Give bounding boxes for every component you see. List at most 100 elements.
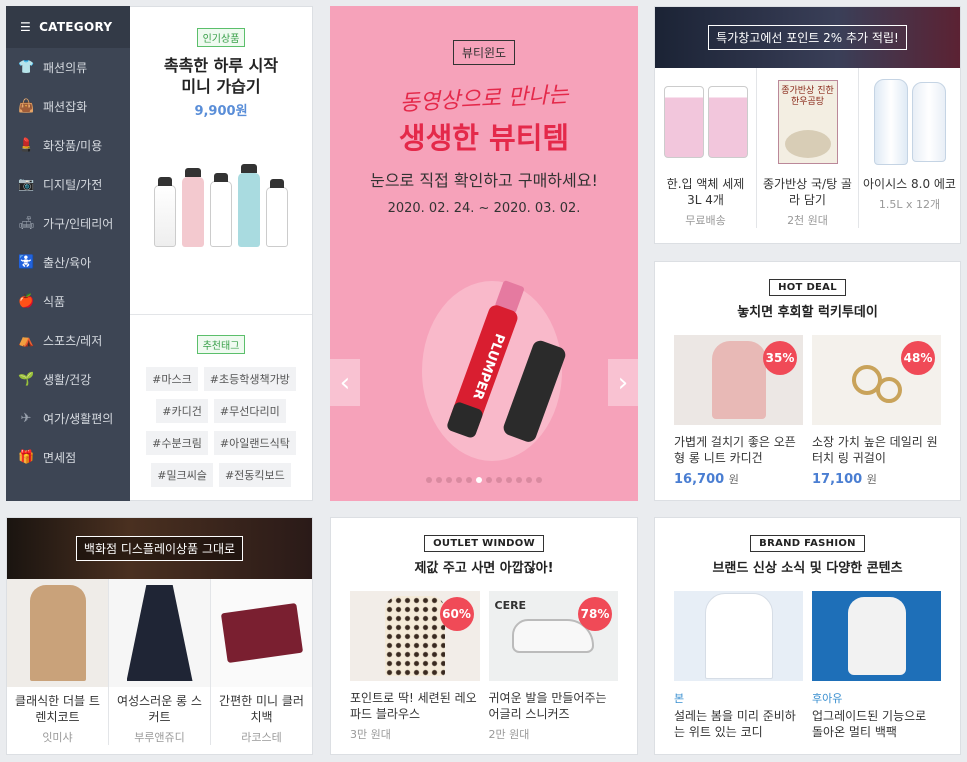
category-header[interactable]: ☰ CATEGORY: [6, 6, 130, 48]
clutch-image: [211, 579, 312, 687]
warehouse-header[interactable]: 특가창고에선 포인트 2% 추가 적립!: [655, 7, 960, 68]
department-item[interactable]: 여성스러운 롱 스커트 부루앤쥬디: [109, 579, 211, 745]
backpack-image: [812, 591, 941, 681]
category-label: 면세점: [43, 451, 77, 465]
item-sub: 1.5L x 12개: [878, 198, 941, 211]
hotdeal-item[interactable]: 48% 소장 가치 높은 데일리 원터치 링 귀걸이 17,100 원: [812, 335, 941, 487]
plant-icon: 🌱: [18, 371, 35, 387]
department-header[interactable]: 백화점 디스플레이상품 그대로: [7, 518, 312, 579]
beauty-window-banner[interactable]: 뷰티윈도 동영상으로 만나는 생생한 뷰티템 눈으로 직접 확인하고 구매하세요…: [330, 6, 638, 501]
department-item[interactable]: 간편한 미니 클러치백 라코스테: [211, 579, 312, 745]
tag-chip[interactable]: #아일랜드식탁: [213, 431, 296, 455]
tag-chip[interactable]: #전동킥보드: [218, 463, 291, 487]
carousel-dot[interactable]: [496, 477, 502, 483]
gift-icon: 🎁: [18, 449, 35, 465]
popular-product-panel[interactable]: 인기상품 촉촉한 하루 시작 미니 가습기 9,900원 추천태그 #마스크 #초등…: [130, 6, 313, 501]
cosmetics-icon: 💄: [18, 137, 35, 153]
popular-title: 촉촉한 하루 시작 미니 가습기: [163, 56, 279, 96]
department-panel: 백화점 디스플레이상품 그대로 클래식한 더블 트렌치코트 잇미샤 여성스러운 …: [6, 517, 313, 755]
popular-badge: 인기상품: [196, 28, 246, 47]
category-item[interactable]: 👕 패션의류: [6, 48, 130, 87]
beauty-label: 뷰티윈도: [452, 40, 516, 65]
category-item[interactable]: 🚼 출산/육아: [6, 243, 130, 282]
category-item[interactable]: 📷 디지털/가전: [6, 165, 130, 204]
menu-icon: ☰: [20, 20, 32, 34]
tag-chip[interactable]: #수분크림: [146, 431, 208, 455]
carousel-dot[interactable]: [526, 477, 532, 483]
item-name: 설레는 봄을 미리 준비하는 위트 있는 코디: [674, 709, 796, 739]
item-sub: 3만 원대: [350, 728, 391, 741]
hotdeal-item[interactable]: 35% 가볍게 걸치기 좋은 오픈형 롱 니트 카디건 16,700 원: [674, 335, 803, 487]
tag-chip[interactable]: #초등학생책가방: [203, 367, 296, 391]
item-brand: 부루앤쥬디: [134, 731, 185, 744]
discount-badge: 35%: [763, 341, 797, 375]
category-item[interactable]: 🌱 생활/건강: [6, 360, 130, 399]
pack-label: 종가반상 진한 한우곰탕: [781, 86, 834, 107]
category-list: 👕 패션의류 👜 패션잡화 💄 화장품/미용 📷 디지털/가전 🛋 가구/인테리어 🚼 출산/육아 🍎 식…: [6, 48, 130, 477]
brand-item[interactable]: 본 설레는 봄을 미리 준비하는 위트 있는 코디: [674, 591, 803, 740]
carousel-dot[interactable]: [516, 477, 522, 483]
stroller-icon: 🚼: [18, 254, 35, 270]
next-arrow-button[interactable]: ›: [608, 359, 638, 406]
carousel-dot[interactable]: [436, 477, 442, 483]
beauty-script-text: 동영상으로 만나는: [399, 82, 570, 117]
recommend-tags: 추천태그 #마스크 #초등학생책가방 #카디건 #무선다리미 #수분크림 #아일랜드식탁 #…: [130, 314, 312, 487]
shirt-image: [674, 591, 803, 681]
item-sub: 무료배송: [685, 214, 726, 227]
tag-chip[interactable]: #마스크: [146, 367, 198, 391]
category-label: 생활/건강: [43, 373, 92, 387]
carousel-dot[interactable]: [506, 477, 512, 483]
category-label: 여가/생활편의: [43, 412, 114, 426]
category-item[interactable]: 🛋 가구/인테리어: [6, 204, 130, 243]
category-label: 출산/육아: [43, 256, 92, 270]
tag-chip-list: #마스크 #초등학생책가방 #카디건 #무선다리미 #수분크림 #아일랜드식탁 #밀크씨슬 #…: [130, 367, 312, 487]
item-brand: 잇미샤: [42, 731, 73, 744]
carousel-dot[interactable]: [456, 477, 462, 483]
tag-chip[interactable]: #카디건: [156, 399, 208, 423]
item-name: 간편한 미니 클러치백: [219, 694, 304, 724]
carousel-dot[interactable]: [536, 477, 542, 483]
warehouse-item[interactable]: 종가반상 진한 한우곰탕 종가반상 국/탕 골라 담기 2천 원대: [757, 68, 859, 228]
carousel-dot[interactable]: [466, 477, 472, 483]
brand-name: 후아유: [812, 692, 843, 705]
beauty-subtext: 눈으로 직접 확인하고 구매하세요!: [370, 171, 598, 190]
category-item[interactable]: 🎁 면세점: [6, 438, 130, 477]
discount-badge: 78%: [578, 597, 612, 631]
shirt-icon: 👕: [18, 59, 35, 75]
prev-arrow-button[interactable]: ‹: [330, 359, 360, 406]
tag-chip[interactable]: #무선다리미: [213, 399, 286, 423]
outlet-item[interactable]: CERE 78% 귀여운 발을 만들어주는 어글리 스니커즈 2만 원대: [488, 591, 618, 742]
item-name: 종가반상 국/탕 골라 담기: [763, 177, 852, 207]
outlet-panel: OUTLET WINDOW 제값 주고 사면 아깝잖아! 60% 포인트로 딱!…: [330, 517, 638, 755]
tag-chip[interactable]: #밀크씨슬: [151, 463, 213, 487]
category-item[interactable]: ✈ 여가/생활편의: [6, 399, 130, 438]
plane-icon: ✈: [20, 410, 32, 426]
item-name: 여성스러운 롱 스커트: [117, 694, 202, 724]
carousel-dots: [330, 477, 638, 483]
category-label: 스포츠/레저: [43, 334, 103, 348]
sneaker-brand-text: CERE: [494, 599, 527, 612]
brand-item[interactable]: 후아유 업그레이드된 기능으로 돌아온 멀티 백팩: [812, 591, 941, 740]
popular-price: 9,900원: [194, 104, 248, 119]
warehouse-item[interactable]: 한.입 액체 세제 3L 4개 무료배송: [655, 68, 757, 228]
carousel-dot[interactable]: [426, 477, 432, 483]
outlet-item[interactable]: 60% 포인트로 딱! 세련된 레오파드 블라우스 3만 원대: [350, 591, 480, 742]
carousel-dot[interactable]: [446, 477, 452, 483]
category-item[interactable]: ⛺ 스포츠/레저: [6, 321, 130, 360]
hotdeal-badge: HOT DEAL: [769, 279, 846, 296]
trenchcoat-image: [7, 579, 108, 687]
category-item[interactable]: 💄 화장품/미용: [6, 126, 130, 165]
earring-image: 48%: [812, 335, 941, 425]
discount-badge: 48%: [901, 341, 935, 375]
tent-icon: ⛺: [18, 332, 35, 348]
carousel-dot[interactable]: [486, 477, 492, 483]
category-sidebar: ☰ CATEGORY 👕 패션의류 👜 패션잡화 💄 화장품/미용 📷 디지털/가전 🛋 가구/인테…: [6, 6, 130, 501]
category-item[interactable]: 🍎 식품: [6, 282, 130, 321]
brand-title: 브랜드 신상 소식 및 다양한 콘텐츠: [712, 561, 903, 576]
item-name: 한.입 액체 세제 3L 4개: [666, 177, 745, 207]
category-item[interactable]: 👜 패션잡화: [6, 87, 130, 126]
warehouse-panel: 특가창고에선 포인트 2% 추가 적립! 한.입 액체 세제 3L 4개 무료배…: [654, 6, 961, 244]
department-item[interactable]: 클래식한 더블 트렌치코트 잇미샤: [7, 579, 109, 745]
carousel-dot[interactable]: [476, 477, 482, 483]
warehouse-item[interactable]: 아이시스 8.0 에코 1.5L x 12개: [859, 68, 960, 228]
